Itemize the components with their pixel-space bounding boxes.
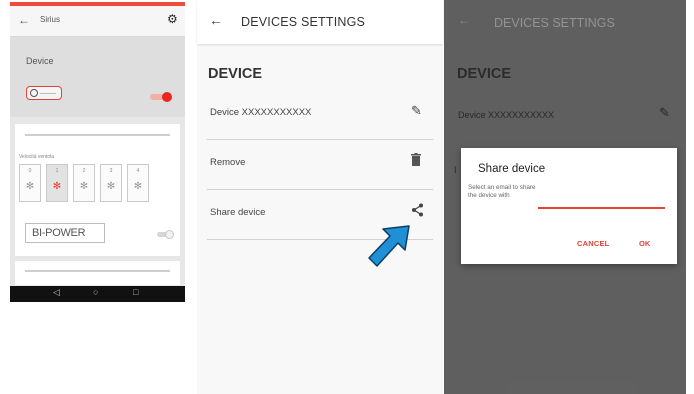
sirius-app-screen: ← Sirius ⚙ Device Velocità ventola 0 ✻ 1…: [10, 2, 185, 302]
email-input[interactable]: [538, 207, 665, 209]
app-title: Sirius: [40, 15, 61, 24]
share-icon[interactable]: [411, 203, 424, 220]
fan-speed-option-1[interactable]: 1 ✻: [46, 164, 68, 202]
fan-speed-option-4[interactable]: 4 ✻: [127, 164, 149, 202]
fan-icon: ✻: [79, 181, 89, 192]
home-circle-icon[interactable]: ○: [93, 287, 98, 297]
back-triangle-icon[interactable]: ◁: [53, 287, 60, 298]
email-hint: Select an email to share the device with: [468, 184, 536, 199]
share-dialog-screen: ← DEVICES SETTINGS DEVICE Device XXXXXXX…: [444, 0, 686, 394]
device-name-row[interactable]: Device XXXXXXXXXXX ✎: [197, 90, 443, 140]
device-power-toggle[interactable]: [150, 92, 172, 102]
device-card: Device: [10, 37, 185, 117]
device-status-icon: [26, 86, 62, 100]
share-device-label: Share device: [210, 207, 266, 218]
slider-track[interactable]: [25, 270, 170, 272]
device-name-label: Device XXXXXXXXXXX: [210, 107, 312, 118]
devices-settings-screen: ← DEVICES SETTINGS DEVICE Device XXXXXXX…: [197, 0, 443, 394]
page-title: DEVICES SETTINGS: [241, 15, 366, 29]
fan-icon: ✻: [52, 181, 62, 192]
gear-icon[interactable]: ⚙: [167, 12, 178, 26]
back-arrow-icon[interactable]: ←: [209, 12, 223, 28]
section-heading: DEVICE: [208, 66, 262, 82]
app-bar: ← Sirius ⚙: [10, 6, 185, 37]
bipower-toggle[interactable]: [157, 230, 174, 239]
fan-speed-label: Velocità ventola: [19, 154, 55, 160]
fan-speed-selector: 0 ✻ 1 ✻ 2 ✻ 3 ✻ 4 ✻: [19, 164, 179, 204]
top-app-bar: ← DEVICES SETTINGS: [197, 0, 443, 44]
share-device-dialog: Share device Select an email to share th…: [461, 148, 677, 264]
dialog-title: Share device: [478, 163, 546, 175]
trash-icon[interactable]: [411, 153, 421, 169]
recents-square-icon[interactable]: □: [133, 287, 138, 297]
fan-speed-card: Velocità ventola 0 ✻ 1 ✻ 2 ✻ 3 ✻ 4 ✻ BI-…: [15, 124, 180, 256]
remove-label: Remove: [210, 157, 246, 168]
slider-track[interactable]: [25, 134, 170, 136]
fan-speed-option-3[interactable]: 3 ✻: [100, 164, 122, 202]
remove-row[interactable]: Remove: [197, 140, 443, 190]
pencil-icon[interactable]: ✎: [411, 103, 422, 119]
fan-icon: ✻: [25, 181, 35, 192]
device-label: Device: [26, 56, 54, 66]
ok-button[interactable]: OK: [639, 239, 650, 248]
next-card: [15, 261, 180, 285]
cancel-button[interactable]: CANCEL: [577, 239, 609, 248]
bipower-label: BI-POWER: [25, 223, 105, 243]
pointer-arrow-icon: [368, 225, 410, 267]
android-nav-bar: ◁ ○ □: [10, 286, 185, 302]
back-arrow-icon[interactable]: ←: [18, 13, 30, 27]
fan-speed-option-2[interactable]: 2 ✻: [73, 164, 95, 202]
fan-speed-option-0[interactable]: 0 ✻: [19, 164, 41, 202]
fan-icon: ✻: [133, 181, 143, 192]
fan-icon: ✻: [106, 181, 116, 192]
